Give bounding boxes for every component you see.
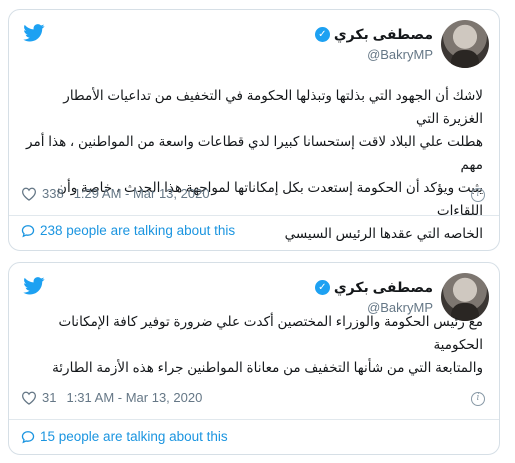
like-count: 338 (42, 186, 64, 201)
tweet-text-line: والمتابعة التي من شأنها التخفيف من معانا… (52, 360, 483, 375)
divider (9, 215, 499, 216)
heart-icon (21, 187, 37, 201)
speech-bubble-icon (21, 224, 35, 237)
tweet-card[interactable]: ✓ مصطفى بكري @BakryMP مع رئيس الحكومة وا… (8, 262, 500, 455)
tweet-timestamp[interactable]: 1:29 AM - Mar 13, 2020 (74, 186, 210, 201)
author-handle[interactable]: @BakryMP (367, 47, 433, 62)
tweet-meta: 338 1:29 AM - Mar 13, 2020 (21, 186, 210, 201)
tweet-card[interactable]: ✓ مصطفى بكري @BakryMP لاشك أن الجهود الت… (8, 9, 500, 251)
talking-about-link[interactable]: 15 people are talking about this (21, 429, 228, 444)
tweet-header: ✓ مصطفى بكري @BakryMP (9, 10, 499, 74)
avatar[interactable] (441, 20, 489, 68)
tweet-text: لاشك أن الجهود التي بذلتها وتبذلها الحكو… (25, 84, 483, 245)
heart-icon (21, 391, 37, 405)
like-button[interactable]: 338 (21, 186, 64, 201)
like-button[interactable]: 31 (21, 390, 56, 405)
verified-badge-icon: ✓ (314, 280, 330, 295)
tweet-meta: 31 1:31 AM - Mar 13, 2020 (21, 390, 202, 405)
talking-about-text[interactable]: 238 people are talking about this (40, 223, 235, 238)
tweet-text-line: لاشك أن الجهود التي بذلتها وتبذلها الحكو… (63, 88, 483, 126)
twitter-bird-icon[interactable] (23, 277, 45, 295)
talking-about-link[interactable]: 238 people are talking about this (21, 223, 235, 238)
divider (9, 419, 499, 420)
like-count: 31 (42, 390, 57, 405)
info-icon[interactable]: i (471, 392, 485, 406)
speech-bubble-icon (21, 430, 35, 443)
author-name-row[interactable]: ✓ مصطفى بكري (314, 26, 433, 43)
tweet-text: مع رئيس الحكومة والوزراء المختصين أكدت ع… (25, 310, 483, 379)
author-display-name[interactable]: مصطفى بكري (334, 26, 433, 43)
talking-about-text[interactable]: 15 people are talking about this (40, 429, 228, 444)
author-name-row[interactable]: ✓ مصطفى بكري (314, 279, 433, 296)
tweet-text-line: مع رئيس الحكومة والوزراء المختصين أكدت ع… (58, 314, 483, 352)
author-display-name[interactable]: مصطفى بكري (334, 279, 433, 296)
verified-badge-icon: ✓ (314, 27, 330, 42)
twitter-bird-icon[interactable] (23, 24, 45, 42)
tweet-timestamp[interactable]: 1:31 AM - Mar 13, 2020 (66, 390, 202, 405)
info-icon[interactable]: i (471, 188, 485, 202)
tweet-text-line: هطلت علي البلاد لاقت إستحسانا كبيرا لدي … (26, 134, 483, 172)
